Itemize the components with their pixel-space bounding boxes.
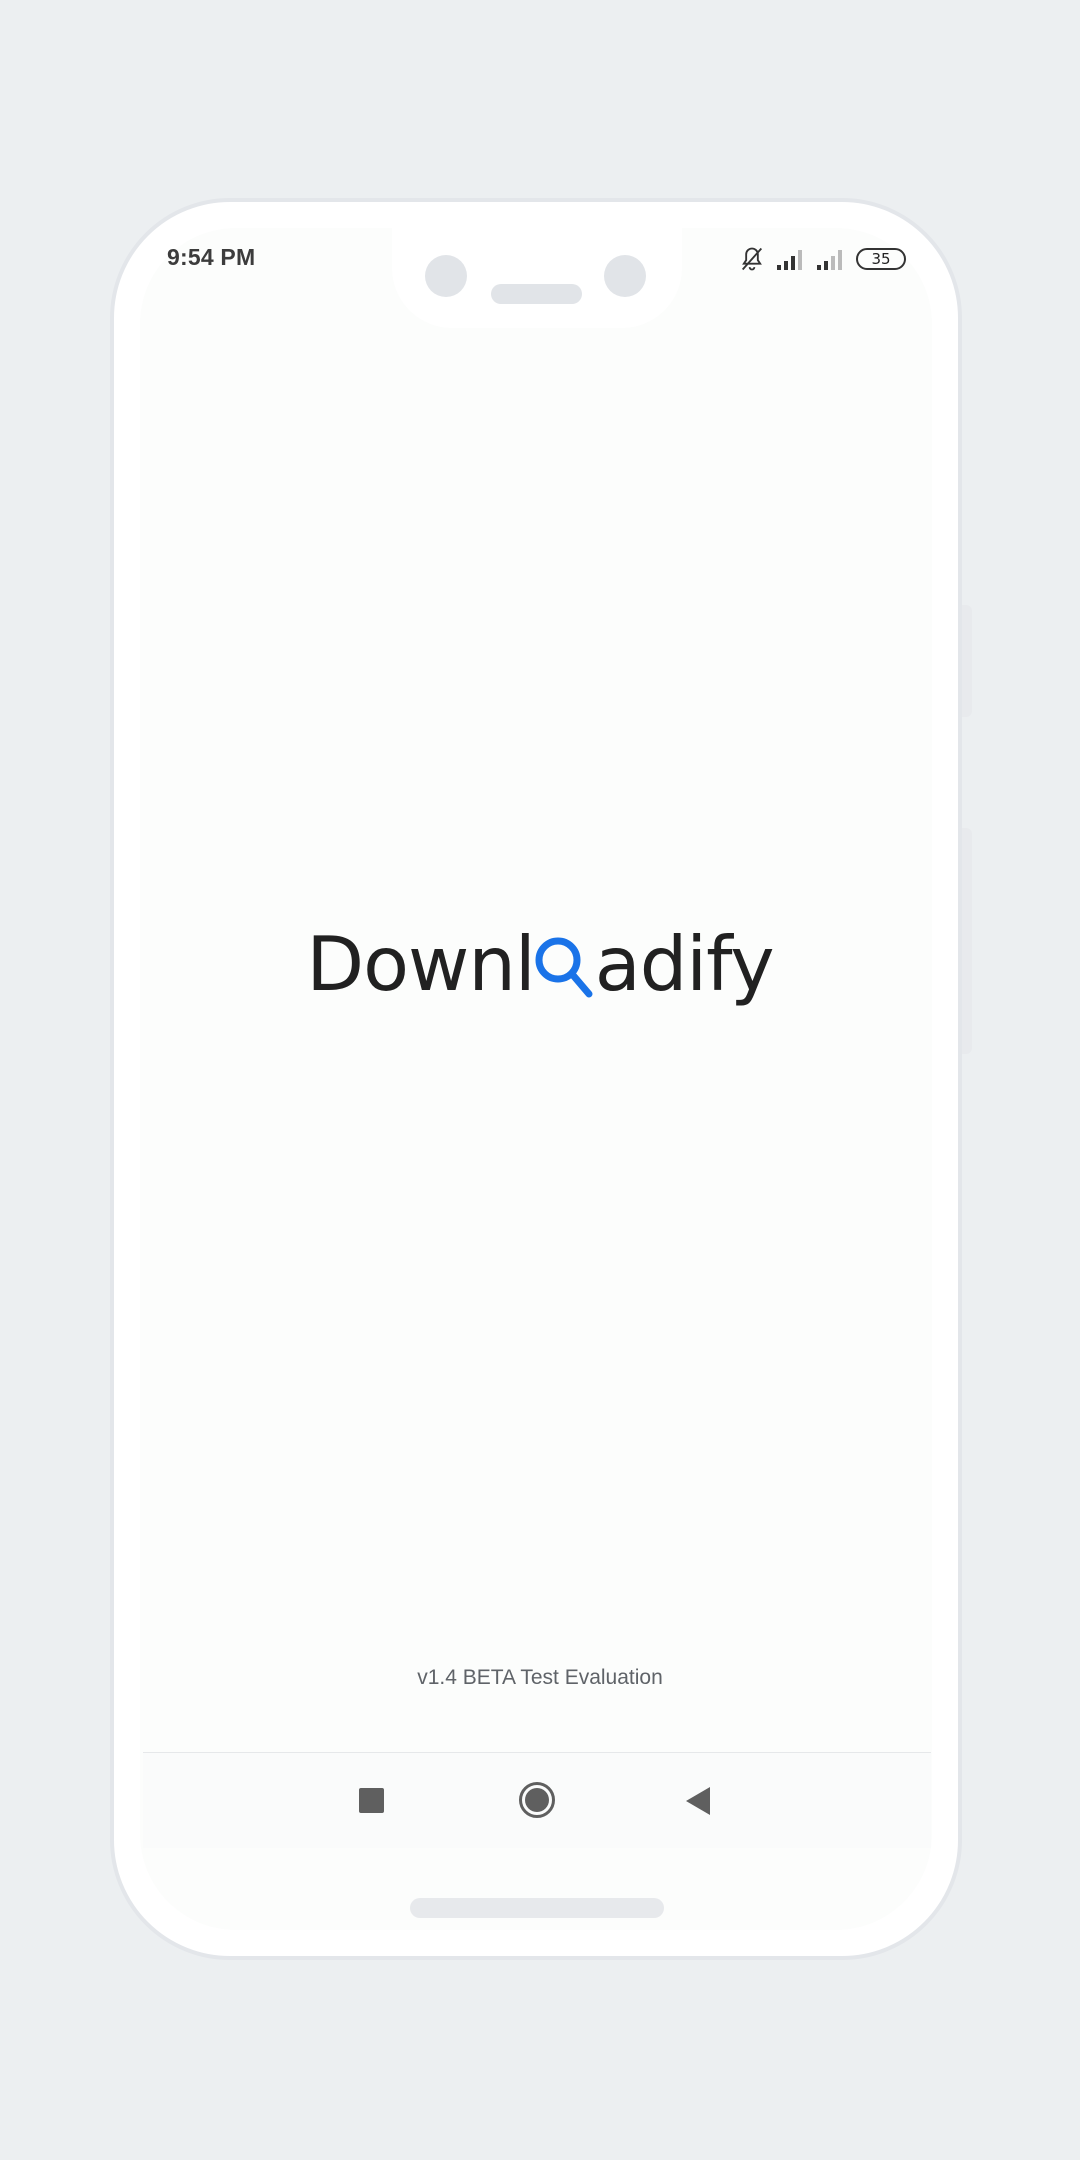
status-time: 9:54 PM: [167, 244, 256, 270]
home-indicator: [410, 1898, 664, 1918]
signal-icon: [817, 250, 842, 270]
stage: 9:54 PM 35 Downl adify v1.4 BETA Test Eva…: [0, 0, 1080, 2160]
volume-button: [962, 605, 972, 717]
front-sensor-icon: [604, 255, 646, 297]
version-label: v1.4 BETA Test Evaluation: [417, 1666, 663, 1689]
earpiece-speaker: [491, 284, 582, 304]
search-icon: [535, 937, 593, 998]
bell-off-icon: [741, 247, 763, 271]
recents-icon[interactable]: [359, 1788, 384, 1813]
home-icon[interactable]: [519, 1782, 555, 1818]
signal-icon: [777, 250, 802, 270]
battery-indicator: 35: [856, 248, 906, 270]
status-icons: 35: [738, 242, 906, 276]
logo-text-start: Downl: [306, 920, 535, 1008]
phone-frame: [110, 198, 962, 1960]
front-camera-icon: [425, 255, 467, 297]
back-icon[interactable]: [686, 1787, 710, 1815]
logo-text-end: adify: [594, 920, 775, 1008]
app-logo: Downl adify: [0, 914, 1080, 1014]
